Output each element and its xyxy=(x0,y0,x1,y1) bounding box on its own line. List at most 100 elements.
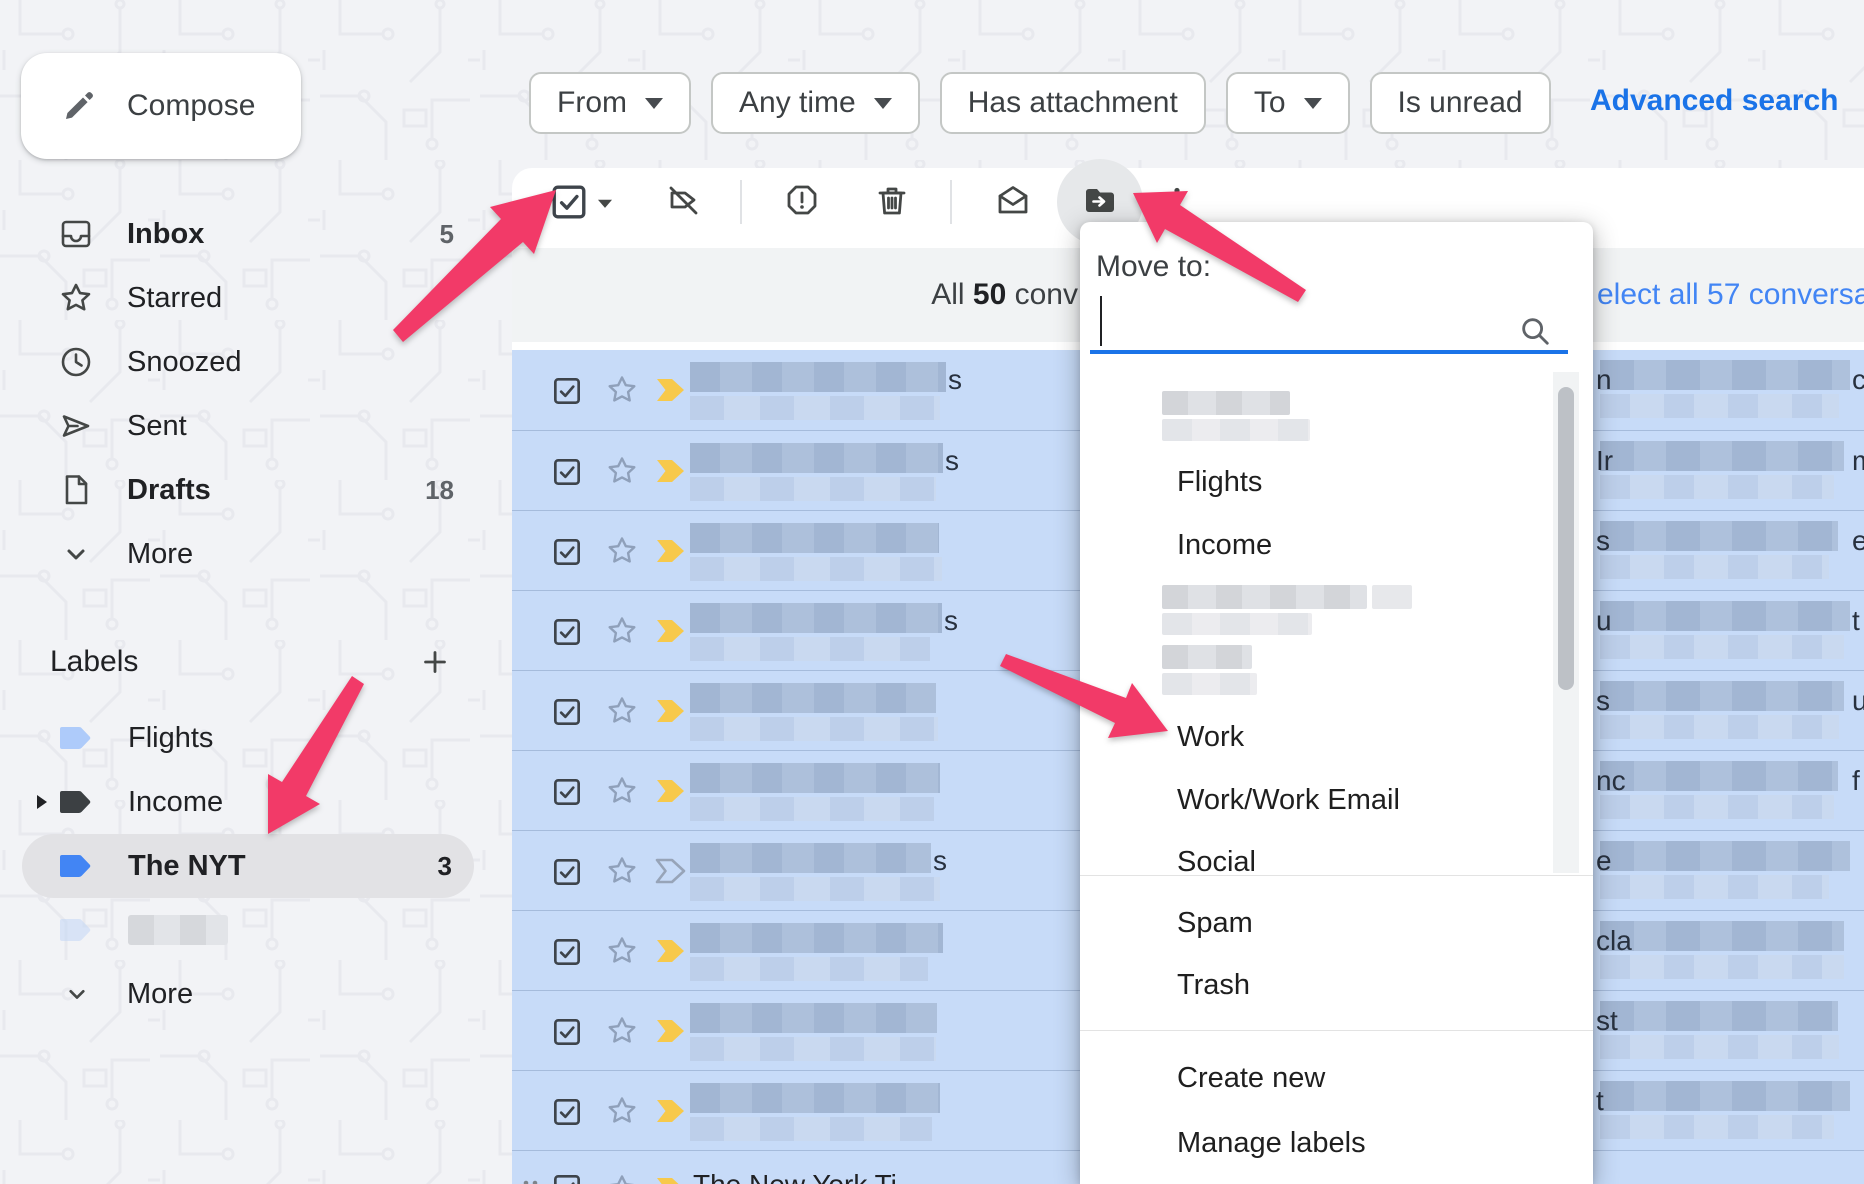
filter-chip-is-unread[interactable]: Is unread xyxy=(1370,72,1551,134)
sidebar-label-text: More xyxy=(127,978,452,1011)
move-to-item-label: Flights xyxy=(1177,466,1262,499)
move-to-icon[interactable] xyxy=(1081,181,1119,224)
row-star-icon[interactable] xyxy=(604,453,640,489)
sidebar-item-label: Snoozed xyxy=(127,346,454,379)
blurred-subject-text xyxy=(1600,681,1844,711)
move-to-item-flights[interactable]: Flights xyxy=(1080,451,1550,513)
scrollbar-thumb[interactable] xyxy=(1558,387,1574,690)
move-to-item-label: Social xyxy=(1177,846,1256,874)
drag-handle-icon[interactable] xyxy=(520,1175,542,1184)
mark-read-icon[interactable] xyxy=(994,181,1032,219)
report-spam-icon[interactable] xyxy=(783,181,821,219)
importance-marker-icon xyxy=(654,855,690,887)
importance-marker-icon xyxy=(654,374,690,406)
row-star-icon[interactable] xyxy=(604,933,640,969)
move-to-item-blurred[interactable] xyxy=(1080,641,1550,703)
filter-chip-any-time[interactable]: Any time xyxy=(711,72,920,134)
add-label-icon[interactable] xyxy=(418,645,452,679)
blurred-snippet-text xyxy=(690,877,940,901)
row-star-icon[interactable] xyxy=(604,1093,640,1129)
sidebar-item-more[interactable]: More xyxy=(0,522,474,586)
filter-chip-to[interactable]: To xyxy=(1226,72,1350,134)
expander-icon[interactable] xyxy=(30,791,52,813)
select-dropdown-caret[interactable] xyxy=(592,190,618,221)
move-to-item-blurred[interactable] xyxy=(1080,387,1550,449)
compose-pencil-icon xyxy=(59,86,99,126)
move-to-item-trash[interactable]: Trash xyxy=(1080,954,1550,1016)
row-checkbox[interactable] xyxy=(552,937,582,967)
blurred-snippet-text xyxy=(1600,955,1844,979)
sidebar-item-starred[interactable]: Starred xyxy=(0,266,474,330)
select-all-conversations-link[interactable]: elect all 57 conversati xyxy=(1597,248,1864,342)
row-star-icon[interactable] xyxy=(604,853,640,889)
row-star-icon[interactable] xyxy=(604,533,640,569)
importance-marker-icon xyxy=(654,775,690,807)
blurred-snippet-text xyxy=(1600,1035,1839,1059)
snippet-text-fragment: u xyxy=(1852,685,1864,717)
importance-marker-icon xyxy=(654,935,690,967)
sidebar-item-drafts[interactable]: Drafts18 xyxy=(0,458,474,522)
row-star-icon[interactable] xyxy=(604,372,640,408)
row-checkbox[interactable] xyxy=(552,1017,582,1047)
selection-count-text: All 50 conv xyxy=(512,248,1078,342)
move-to-item-work-work-email[interactable]: Work/Work Email xyxy=(1080,769,1550,831)
blurred-label-text xyxy=(1162,613,1312,635)
sidebar-label-the-nyt[interactable]: The NYT3 xyxy=(0,834,474,898)
sidebar-label-more[interactable]: More xyxy=(0,962,474,1026)
sidebar-item-snoozed[interactable]: Snoozed xyxy=(0,330,474,394)
move-to-item-spam[interactable]: Spam xyxy=(1080,892,1550,954)
inbox-icon xyxy=(57,215,95,253)
delete-icon[interactable] xyxy=(873,181,911,219)
move-to-item-label: Income xyxy=(1177,529,1272,562)
row-checkbox[interactable] xyxy=(552,1097,582,1127)
sidebar-label-flights[interactable]: Flights xyxy=(0,706,474,770)
row-checkbox[interactable] xyxy=(552,777,582,807)
row-star-icon[interactable] xyxy=(604,773,640,809)
more-options-icon[interactable] xyxy=(1158,181,1196,224)
blurred-sender-text xyxy=(690,362,946,392)
row-checkbox[interactable] xyxy=(552,617,582,647)
importance-marker-icon xyxy=(654,615,690,647)
row-star-icon[interactable] xyxy=(604,693,640,729)
blurred-label-text xyxy=(1162,645,1252,669)
blurred-snippet-text xyxy=(690,637,930,661)
sidebar-label-blurred[interactable] xyxy=(0,898,474,962)
blurred-snippet-text xyxy=(1600,635,1844,659)
select-all-checkbox[interactable] xyxy=(550,183,588,221)
move-to-action-label: Create new xyxy=(1177,1062,1325,1095)
compose-button[interactable]: Compose xyxy=(21,53,301,159)
blurred-sender-text xyxy=(690,763,940,793)
advanced-search-link[interactable]: Advanced search xyxy=(1590,84,1838,118)
search-filter-chips: From Any time Has attachment To Is unread xyxy=(529,72,1551,134)
row-star-icon[interactable] xyxy=(604,1013,640,1049)
blurred-subject-text xyxy=(1600,601,1850,631)
remove-label-icon[interactable] xyxy=(664,181,702,219)
filter-chip-has-attachment[interactable]: Has attachment xyxy=(940,72,1206,134)
sidebar-item-inbox[interactable]: Inbox5 xyxy=(0,202,474,266)
blurred-subject-text xyxy=(1600,1081,1850,1111)
blurred-snippet-text xyxy=(690,477,936,501)
filter-chip-from[interactable]: From xyxy=(529,72,691,134)
blurred-subject-text xyxy=(1600,1001,1838,1031)
row-checkbox[interactable] xyxy=(552,1173,582,1184)
move-to-action-manage-labels[interactable]: Manage labels xyxy=(1080,1112,1550,1174)
move-to-item-income[interactable]: Income xyxy=(1080,514,1550,576)
move-to-item-social[interactable]: Social xyxy=(1080,831,1550,873)
row-star-icon[interactable] xyxy=(604,613,640,649)
row-checkbox[interactable] xyxy=(552,697,582,727)
snippet-text-fragment: m xyxy=(1852,445,1864,477)
sidebar-item-label: Starred xyxy=(127,282,454,315)
row-checkbox[interactable] xyxy=(552,537,582,567)
sidebar-label-income[interactable]: Income xyxy=(0,770,474,834)
sidebar-item-sent[interactable]: Sent xyxy=(0,394,474,458)
row-checkbox[interactable] xyxy=(552,457,582,487)
move-to-item-work[interactable]: Work xyxy=(1080,706,1550,768)
subject-text-fragment: Ir xyxy=(1596,445,1613,477)
move-to-action-create-new[interactable]: Create new xyxy=(1080,1047,1550,1109)
move-to-item-blurred[interactable] xyxy=(1080,581,1550,643)
blurred-subject-text xyxy=(1600,441,1844,471)
row-star-icon[interactable] xyxy=(604,1171,640,1184)
move-to-search-input[interactable] xyxy=(1098,294,1522,348)
row-checkbox[interactable] xyxy=(552,376,582,406)
row-checkbox[interactable] xyxy=(552,857,582,887)
